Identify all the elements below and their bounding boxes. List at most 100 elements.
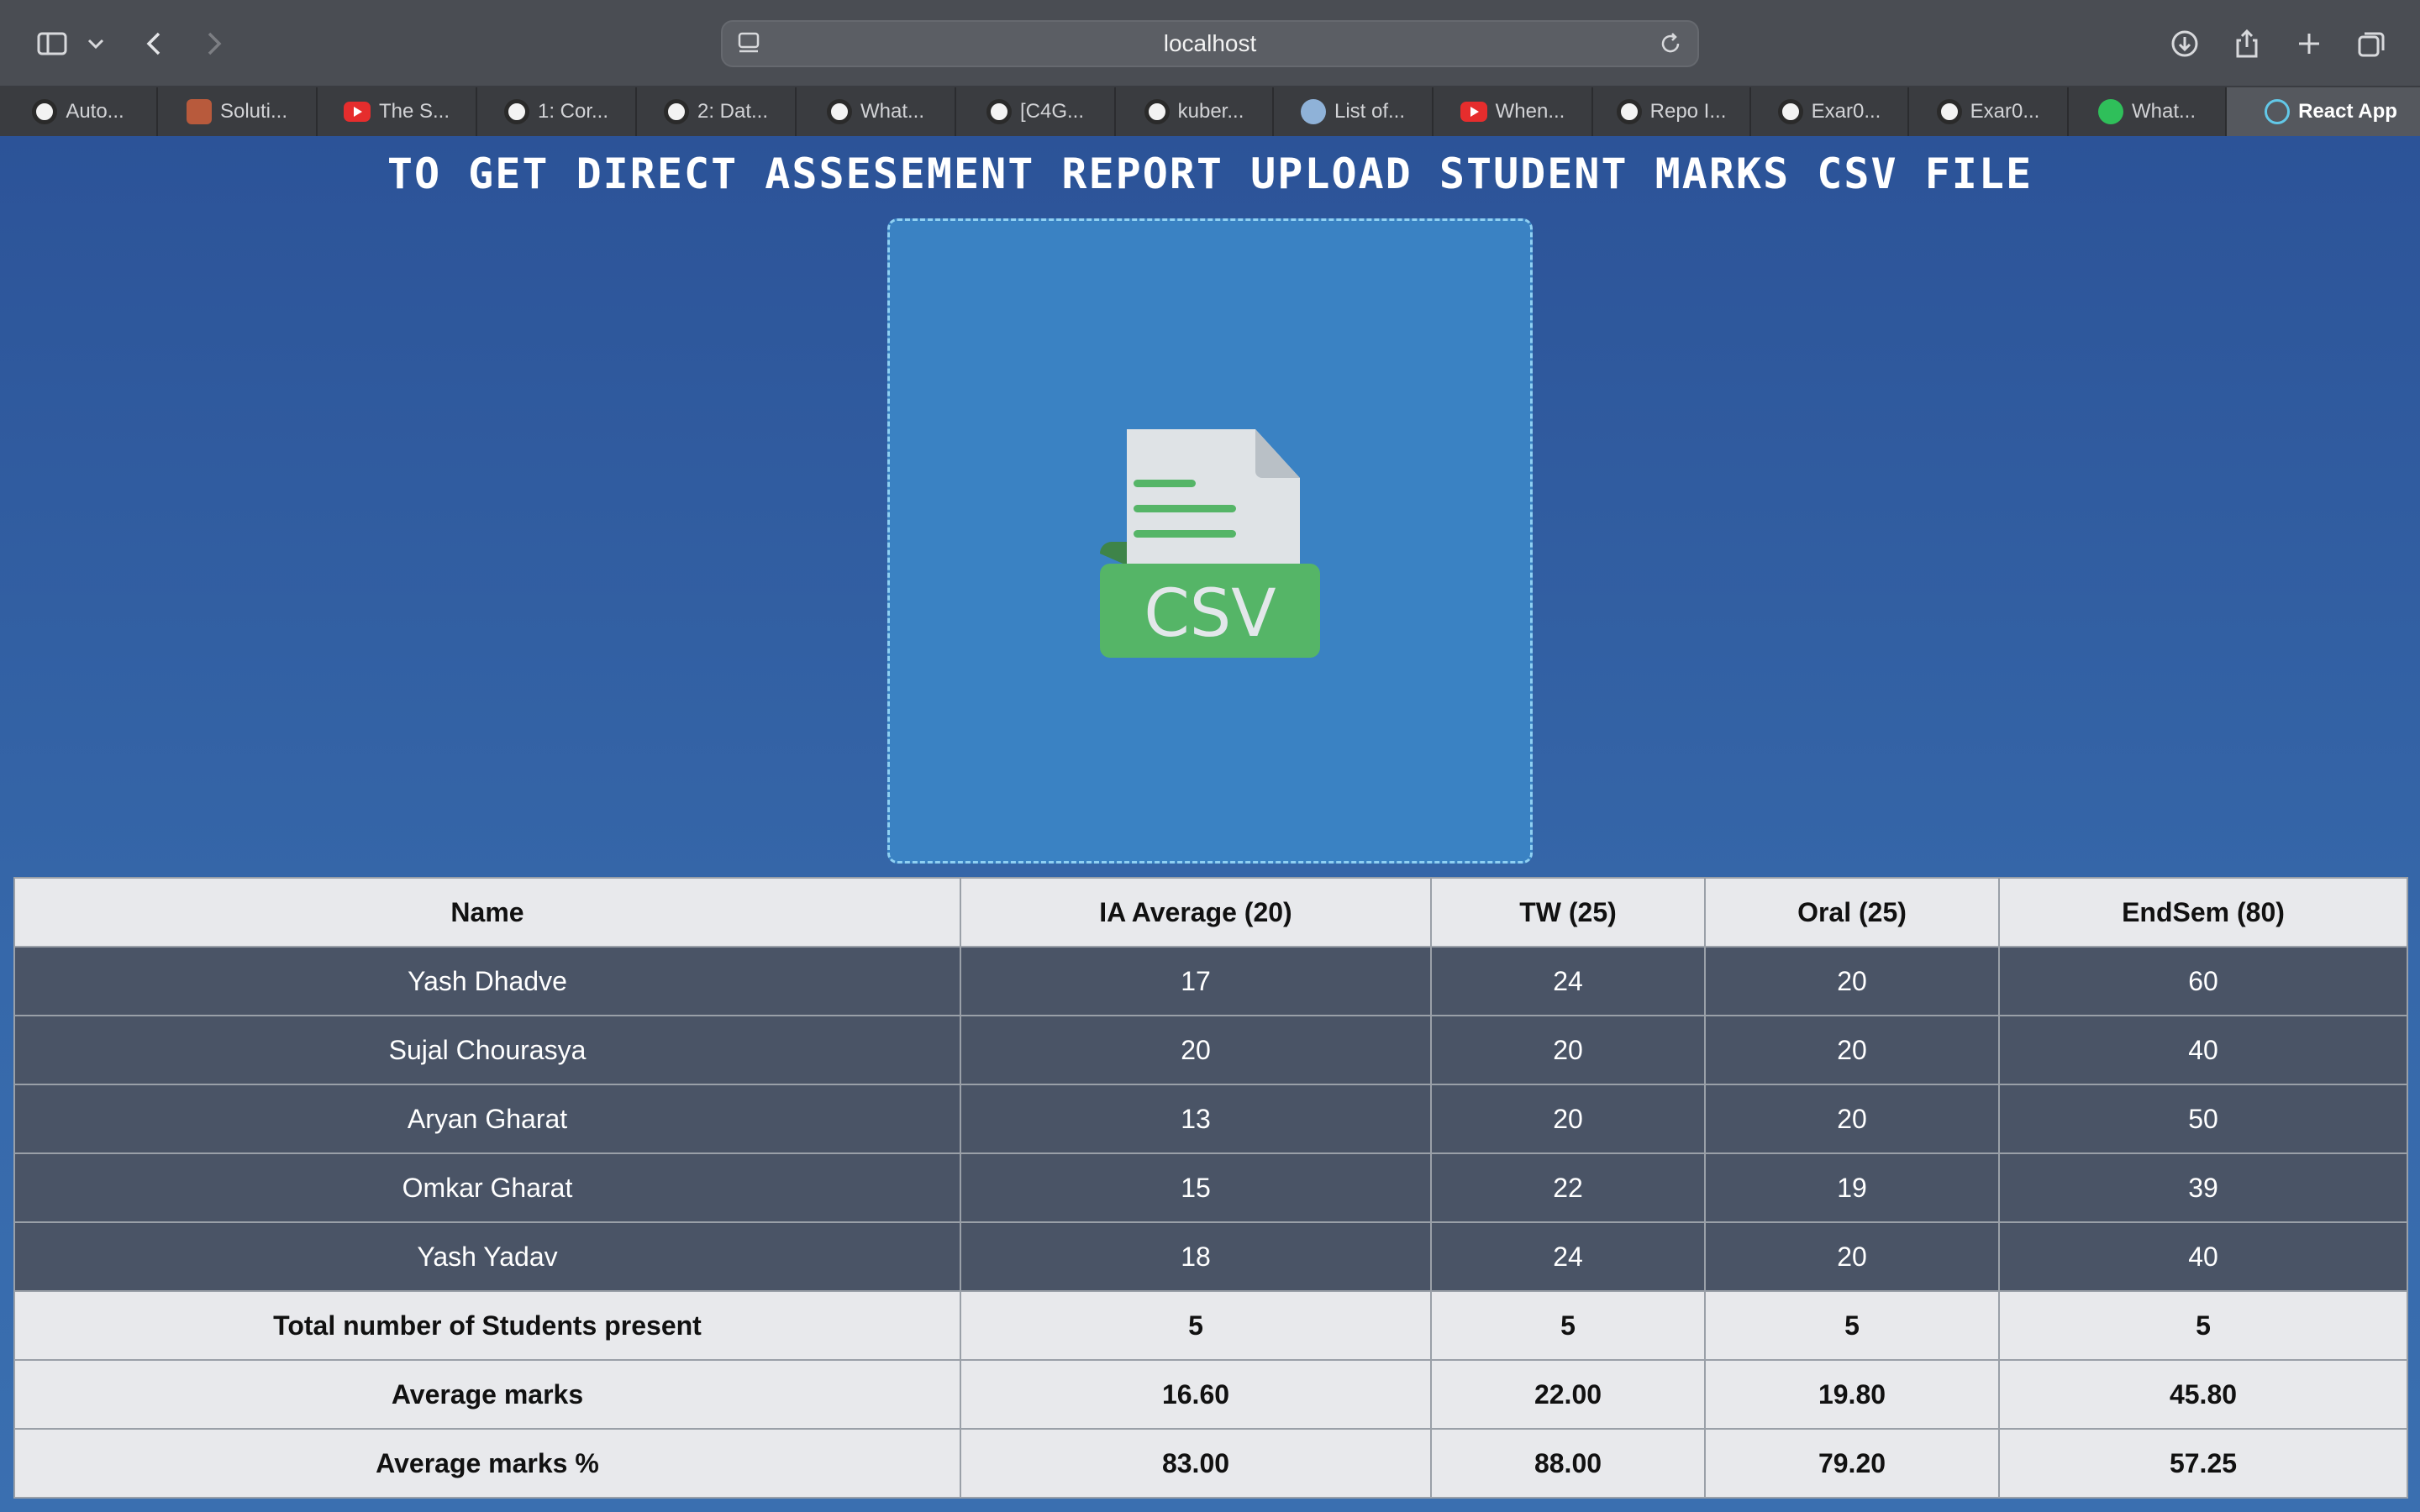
address-bar[interactable]: localhost (721, 20, 1699, 67)
tab[interactable]: kuber... (1116, 87, 1274, 136)
site-icon (186, 99, 212, 124)
tab[interactable]: Exar0... (1751, 87, 1909, 136)
column-header-oral: Oral (25) (1704, 877, 2000, 948)
github-icon (503, 99, 529, 124)
student-name: Omkar Gharat (13, 1152, 961, 1223)
summary-value: 79.20 (1704, 1428, 2000, 1499)
tab[interactable]: When... (1434, 87, 1593, 136)
tab-label: 2: Dat... (697, 100, 769, 123)
tab-overview-icon[interactable] (2349, 22, 2393, 66)
tab-active[interactable]: React App (2227, 87, 2420, 136)
table-row: Omkar Gharat 15 22 19 39 (13, 1152, 2408, 1223)
github-icon (986, 99, 1012, 124)
tw-mark: 20 (1430, 1084, 1706, 1154)
summary-value: 5 (1998, 1290, 2408, 1361)
table-row: Sujal Chourasya 20 20 20 40 (13, 1015, 2408, 1085)
tab-label: The S... (378, 100, 450, 123)
endsem-mark: 60 (1998, 946, 2408, 1016)
tab[interactable]: Auto... (0, 87, 158, 136)
reddit-icon (1300, 99, 1326, 124)
tab[interactable]: Exar0... (1909, 87, 2069, 136)
summary-value: 22.00 (1430, 1359, 1706, 1430)
tw-mark: 22 (1430, 1152, 1706, 1223)
github-icon (1144, 99, 1170, 124)
column-header-tw: TW (25) (1430, 877, 1706, 948)
tab[interactable]: What... (797, 87, 956, 136)
share-icon[interactable] (2225, 22, 2269, 66)
browser-toolbar: localhost (0, 0, 2420, 87)
student-name: Yash Yadav (13, 1221, 961, 1292)
summary-row-average-marks: Average marks 16.60 22.00 19.80 45.80 (13, 1359, 2408, 1430)
github-icon (663, 99, 689, 124)
tab-label: What... (2131, 100, 2196, 123)
github-icon (32, 99, 58, 124)
tab[interactable]: List of... (1274, 87, 1434, 136)
tab-label: 1: Cor... (537, 100, 609, 123)
reload-icon[interactable] (1655, 29, 1686, 59)
summary-label: Average marks % (13, 1428, 961, 1499)
sidebar-toggle-icon[interactable] (30, 22, 74, 66)
page-content: TO GET DIRECT ASSESEMENT REPORT UPLOAD S… (0, 136, 2420, 1512)
tab-label: List of... (1334, 100, 1406, 123)
ia-mark: 17 (960, 946, 1432, 1016)
tab[interactable]: The S... (318, 87, 477, 136)
student-name: Aryan Gharat (13, 1084, 961, 1154)
forward-icon[interactable] (192, 22, 235, 66)
tab[interactable]: 1: Cor... (477, 87, 637, 136)
tab[interactable]: Repo I... (1593, 87, 1751, 136)
summary-value: 88.00 (1430, 1428, 1706, 1499)
url-text[interactable]: localhost (723, 22, 1697, 66)
ia-mark: 15 (960, 1152, 1432, 1223)
tab-label: [C4G... (1019, 100, 1085, 123)
github-icon (1777, 99, 1803, 124)
chevron-down-icon[interactable] (77, 22, 114, 66)
tab-label: When... (1495, 100, 1565, 123)
student-name: Sujal Chourasya (13, 1015, 961, 1085)
table-header-row: Name IA Average (20) TW (25) Oral (25) E… (13, 877, 2408, 948)
youtube-icon (343, 102, 371, 122)
summary-value: 45.80 (1998, 1359, 2408, 1430)
tab[interactable]: [C4G... (956, 87, 1116, 136)
summary-value: 5 (960, 1290, 1432, 1361)
summary-value: 83.00 (960, 1428, 1432, 1499)
summary-row-average-percent: Average marks % 83.00 88.00 79.20 57.25 (13, 1428, 2408, 1499)
tab[interactable]: 2: Dat... (637, 87, 797, 136)
csv-file-icon[interactable]: CSV (1100, 429, 1323, 658)
github-icon (1616, 99, 1642, 124)
tab-label: Repo I... (1649, 100, 1727, 123)
back-icon[interactable] (133, 22, 176, 66)
tw-mark: 24 (1430, 1221, 1706, 1292)
tab-label: What... (860, 100, 925, 123)
endsem-mark: 39 (1998, 1152, 2408, 1223)
tab-label: kuber... (1177, 100, 1244, 123)
download-icon[interactable] (2163, 22, 2207, 66)
oral-mark: 20 (1704, 946, 2000, 1016)
endsem-mark: 50 (1998, 1084, 2408, 1154)
endsem-mark: 40 (1998, 1015, 2408, 1085)
endsem-mark: 40 (1998, 1221, 2408, 1292)
column-header-name: Name (13, 877, 961, 948)
summary-label: Total number of Students present (13, 1290, 961, 1361)
tab-label: Exar0... (1970, 100, 2040, 123)
summary-value: 5 (1704, 1290, 2000, 1361)
table-row: Yash Yadav 18 24 20 40 (13, 1221, 2408, 1292)
column-header-ia: IA Average (20) (960, 877, 1432, 948)
summary-label: Average marks (13, 1359, 961, 1430)
summary-value: 57.25 (1998, 1428, 2408, 1499)
student-name: Yash Dhadve (13, 946, 961, 1016)
whatsapp-icon (2097, 99, 2123, 124)
new-tab-icon[interactable] (2287, 22, 2331, 66)
tab[interactable]: What... (2069, 87, 2227, 136)
csv-upload-dropzone[interactable]: CSV (887, 218, 1533, 864)
tab[interactable]: Soluti... (158, 87, 318, 136)
github-icon (1936, 99, 1962, 124)
report-table: Name IA Average (20) TW (25) Oral (25) E… (13, 877, 2408, 1499)
oral-mark: 20 (1704, 1084, 2000, 1154)
youtube-icon (1460, 102, 1487, 122)
table-row: Yash Dhadve 17 24 20 60 (13, 946, 2408, 1016)
oral-mark: 20 (1704, 1221, 2000, 1292)
react-icon (2265, 99, 2291, 124)
tab-label: Soluti... (219, 100, 288, 123)
report-table-container: Name IA Average (20) TW (25) Oral (25) E… (13, 877, 2408, 1499)
table-row: Aryan Gharat 13 20 20 50 (13, 1084, 2408, 1154)
